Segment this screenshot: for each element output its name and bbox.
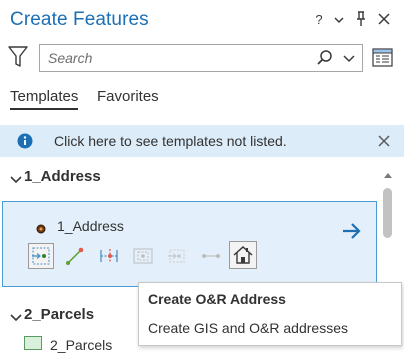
group-header-parcels[interactable]: 2_Parcels [24,306,94,323]
point-in-polygon-tool[interactable] [130,243,156,269]
point-offset-icon [168,249,185,263]
template-item-label: 1_Address [57,218,124,234]
point-in-polygon-icon [133,248,153,264]
chevron-down-icon [343,55,355,63]
info-icon [17,133,33,149]
close-icon [378,135,390,147]
group-header-address[interactable]: 1_Address [24,168,101,185]
template-item-parcels[interactable]: 2_Parcels [50,337,112,353]
line-point-icon [202,254,220,258]
template-item-address[interactable]: 1_Address [2,201,377,287]
manage-templates-icon [372,48,393,67]
search-field[interactable] [39,44,363,72]
info-bar[interactable]: Click here to see templates not listed. [0,125,404,157]
filter-button[interactable] [8,44,28,70]
info-message[interactable]: Click here to see templates not listed. [54,133,287,149]
arrow-right-icon [343,223,361,239]
tooltip-description: Create GIS and O&R addresses [148,320,348,336]
scroll-up-icon [384,173,392,178]
close-icon [378,13,390,25]
point-along-line-tool[interactable] [96,243,122,269]
filter-icon [8,46,28,67]
group-collapse-toggle[interactable] [10,310,22,322]
group-collapse-toggle[interactable] [10,172,22,184]
close-pane-button[interactable] [377,12,391,26]
point-along-line-icon [100,249,118,263]
pin-button[interactable] [355,11,367,27]
point-at-line-end-icon [66,247,84,265]
manage-templates-button[interactable] [372,47,394,69]
point-symbol-icon [36,221,46,234]
tab-favorites[interactable]: Favorites [97,88,159,105]
point-tool[interactable] [28,243,54,269]
pane-title: Create Features [10,9,149,30]
search-button[interactable] [316,49,334,67]
activate-template-button[interactable] [341,221,363,241]
house-icon [233,245,253,264]
dismiss-info-button[interactable] [377,134,391,148]
chevron-down-icon [10,176,22,184]
pin-icon [357,11,365,26]
polygon-symbol-icon [24,336,42,350]
search-options-button[interactable] [342,52,356,64]
chevron-down-icon [334,17,344,24]
scrollbar-thumb[interactable] [383,188,392,238]
help-button[interactable]: ? [312,11,326,29]
point-tool-icon [32,247,50,265]
pane-options-button[interactable] [333,13,345,25]
scroll-up-button[interactable] [382,168,394,180]
tooltip: Create O&R Address Create GIS and O&R ad… [138,282,402,346]
chevron-down-icon [10,314,22,322]
point-offset-tool[interactable] [164,243,190,269]
line-point-tool[interactable] [198,243,224,269]
create-or-address-tool[interactable] [229,241,257,269]
search-icon [317,50,332,65]
tooltip-title: Create O&R Address [148,291,286,307]
point-at-end-of-line-tool[interactable] [62,243,88,269]
tab-templates[interactable]: Templates [10,88,79,110]
search-input[interactable] [48,48,298,68]
